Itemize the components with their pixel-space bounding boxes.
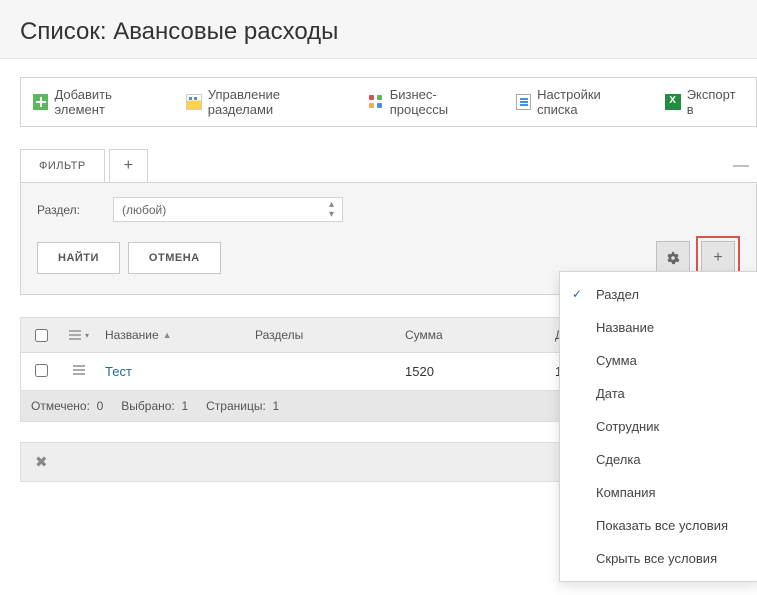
check-icon: ✓: [572, 287, 582, 301]
sort-asc-icon: ▲: [163, 330, 172, 340]
add-element-button[interactable]: Добавить элемент: [21, 78, 174, 126]
bp-icon: [368, 94, 383, 110]
list-toolbar: Добавить элемент Управление разделами Би…: [20, 77, 757, 127]
row-checkbox[interactable]: [35, 364, 48, 377]
filter-settings-button[interactable]: [656, 241, 690, 275]
dropdown-item-name[interactable]: Название: [560, 311, 757, 344]
close-icon[interactable]: ✖: [35, 454, 48, 471]
row-sum: 1520: [397, 354, 547, 389]
main-content: Добавить элемент Управление разделами Би…: [0, 59, 757, 482]
row-sections: [247, 362, 397, 382]
find-button[interactable]: НАЙТИ: [37, 242, 120, 274]
minimize-filter-button[interactable]: —: [733, 157, 749, 175]
business-processes-button[interactable]: Бизнес-процессы: [356, 78, 503, 126]
gear-icon: [666, 251, 680, 265]
filter-tab[interactable]: ФИЛЬТР: [20, 149, 105, 182]
bp-label: Бизнес-процессы: [390, 87, 492, 117]
page-title: Список: Авансовые расходы: [20, 18, 737, 46]
add-element-label: Добавить элемент: [54, 87, 162, 117]
manage-sections-label: Управление разделами: [208, 87, 345, 117]
list-settings-button[interactable]: Настройки списка: [504, 78, 654, 126]
row-menu-cell[interactable]: [61, 353, 97, 390]
add-filter-tab[interactable]: +: [109, 149, 148, 182]
dropdown-item-date[interactable]: Дата: [560, 377, 757, 410]
export-label: Экспорт в: [687, 87, 744, 117]
col-menu[interactable]: ▾: [61, 318, 97, 352]
selected-counter: Выбрано: 1: [121, 399, 188, 413]
row-name[interactable]: Тест: [97, 354, 247, 389]
export-icon: [665, 94, 680, 110]
dropdown-item-employee[interactable]: Сотрудник: [560, 410, 757, 443]
plus-icon: +: [713, 249, 722, 267]
hamburger-icon: [73, 363, 85, 377]
dropdown-item-sum[interactable]: Сумма: [560, 344, 757, 377]
col-sections[interactable]: Разделы: [247, 318, 397, 352]
col-checkbox[interactable]: [21, 318, 61, 352]
filter-tabs: ФИЛЬТР + —: [20, 149, 757, 182]
manage-sections-button[interactable]: Управление разделами: [174, 78, 356, 126]
list-settings-label: Настройки списка: [537, 87, 641, 117]
col-name[interactable]: Название ▲: [97, 318, 247, 352]
export-button[interactable]: Экспорт в: [653, 78, 756, 126]
sections-icon: [186, 94, 202, 110]
add-filter-field-button[interactable]: +: [701, 241, 735, 275]
chevron-updown-icon: ▴▾: [329, 200, 334, 220]
section-select-value: (любой): [122, 203, 166, 217]
cancel-button[interactable]: ОТМЕНА: [128, 242, 221, 274]
select-all-checkbox[interactable]: [35, 329, 48, 342]
pages-counter: Страницы: 1: [206, 399, 279, 413]
dropdown-item-hide-all[interactable]: Скрыть все условия: [560, 542, 757, 575]
dropdown-item-show-all[interactable]: Показать все условия: [560, 509, 757, 542]
row-checkbox-cell: [21, 354, 61, 390]
dropdown-item-deal[interactable]: Сделка: [560, 443, 757, 476]
section-filter-select[interactable]: (любой) ▴▾: [113, 197, 343, 222]
dropdown-item-section[interactable]: ✓ Раздел: [560, 278, 757, 311]
settings-icon: [516, 94, 532, 110]
dropdown-item-company[interactable]: Компания: [560, 476, 757, 509]
hamburger-icon: [69, 328, 81, 342]
add-icon: [33, 94, 48, 110]
section-filter-label: Раздел:: [37, 203, 97, 217]
page-header: Список: Авансовые расходы: [0, 0, 757, 59]
col-sum[interactable]: Сумма: [397, 318, 547, 352]
filter-fields-dropdown: ✓ Раздел Название Сумма Дата Сотрудник С…: [559, 271, 757, 582]
marked-counter: Отмечено: 0: [31, 399, 103, 413]
